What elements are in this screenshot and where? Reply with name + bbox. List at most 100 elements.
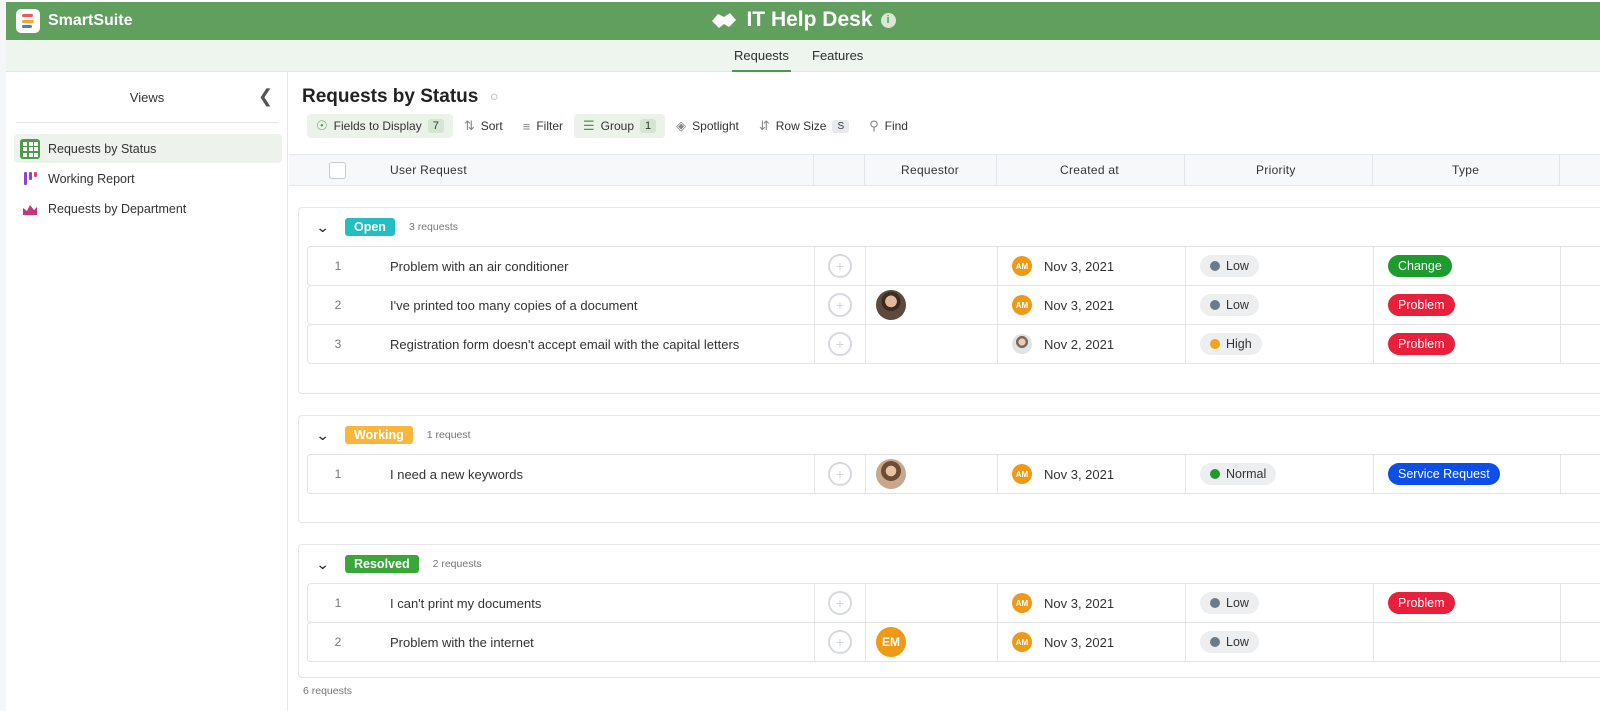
group-count-badge: 1: [640, 119, 657, 133]
column-divider: [1559, 155, 1560, 185]
add-comment-icon[interactable]: +: [828, 630, 852, 654]
cell-divider: [1560, 623, 1561, 661]
user-request-cell[interactable]: I've printed too many copies of a docume…: [390, 286, 637, 324]
row-size-icon: ⇵: [758, 118, 770, 133]
chevron-down-icon[interactable]: ⌄: [316, 427, 333, 444]
group-header: ⌄ Resolved 2 requests: [316, 553, 482, 575]
user-request-cell[interactable]: Problem with the internet: [390, 623, 534, 661]
created-date: Nov 3, 2021: [1044, 466, 1115, 482]
chevron-down-icon[interactable]: ⌄: [316, 219, 333, 236]
type-pill[interactable]: Problem: [1388, 333, 1455, 355]
requestor-avatar[interactable]: [876, 459, 906, 489]
priority-pill[interactable]: Low: [1200, 255, 1259, 277]
shared-users-icon[interactable]: ⚪: [488, 89, 500, 106]
priority-dot: [1210, 261, 1220, 271]
type-pill[interactable]: Service Request: [1388, 463, 1500, 485]
chart-icon: [23, 204, 37, 215]
fields-to-display-button[interactable]: ☉ Fields to Display 7: [307, 114, 453, 138]
collapse-sidebar-icon[interactable]: ❮: [258, 86, 273, 107]
find-button[interactable]: ⚲ Find: [860, 114, 917, 138]
group-resolved: ⌄ Resolved 2 requests 1 I can't print my…: [298, 544, 1600, 678]
table-row[interactable]: 1 I can't print my documents + AM Nov 3,…: [307, 583, 1600, 623]
created-date: Nov 2, 2021: [1044, 336, 1115, 352]
priority-pill[interactable]: Low: [1200, 631, 1259, 653]
cell-divider: [1373, 584, 1374, 622]
type-pill[interactable]: Problem: [1388, 294, 1455, 316]
table-row[interactable]: 2 Problem with the internet + EM AM Nov …: [307, 622, 1600, 662]
cell-divider: [865, 247, 866, 285]
cell-divider: [1560, 286, 1561, 324]
priority-label: Normal: [1226, 467, 1267, 481]
record-count: 6 requests: [303, 685, 353, 697]
filter-label: Filter: [536, 119, 563, 133]
cell-divider: [1185, 325, 1186, 363]
column-header-priority[interactable]: Priority: [1256, 155, 1296, 185]
tab-features[interactable]: Features: [812, 48, 863, 63]
handshake-icon: [712, 13, 737, 28]
type-pill[interactable]: Change: [1388, 255, 1452, 277]
priority-dot: [1210, 637, 1220, 647]
add-comment-icon[interactable]: +: [828, 254, 852, 278]
group-open: ⌄ Open 3 requests 1 Problem with an air …: [298, 207, 1600, 394]
user-request-cell[interactable]: Problem with an air conditioner: [390, 247, 568, 285]
sidebar-item-working-report[interactable]: Working Report: [14, 164, 282, 193]
user-request-cell[interactable]: Registration form doesn't accept email w…: [390, 325, 739, 363]
add-comment-icon[interactable]: +: [828, 293, 852, 317]
sidebar-item-requests-by-status[interactable]: Requests by Status: [14, 134, 282, 163]
add-comment-icon[interactable]: +: [828, 462, 852, 486]
column-header-created-at[interactable]: Created at: [1060, 155, 1119, 185]
row-size-button[interactable]: ⇵ Row Size S: [750, 114, 858, 138]
info-icon[interactable]: i: [880, 12, 896, 28]
requestor-avatar[interactable]: EM: [876, 627, 906, 657]
sidebar-item-label: Working Report: [48, 171, 135, 186]
table-row[interactable]: 1 Problem with an air conditioner + AM N…: [307, 246, 1600, 286]
created-date: Nov 3, 2021: [1044, 297, 1115, 313]
group-button[interactable]: ☰ Group 1: [574, 114, 666, 138]
cell-divider: [865, 455, 866, 493]
cell-divider: [997, 455, 998, 493]
cell-divider: [814, 455, 815, 493]
sort-label: Sort: [480, 119, 503, 133]
column-header-requestor[interactable]: Requestor: [901, 155, 959, 185]
priority-dot: [1210, 339, 1220, 349]
created-at-cell: AM Nov 3, 2021: [1012, 247, 1114, 285]
cell-divider: [1373, 325, 1374, 363]
add-comment-icon[interactable]: +: [828, 332, 852, 356]
priority-pill[interactable]: Normal: [1200, 463, 1277, 485]
tab-bar: Requests Features: [6, 40, 1600, 73]
cell-divider: [1560, 325, 1561, 363]
priority-label: Low: [1226, 635, 1249, 649]
spotlight-button[interactable]: ◈ Spotlight: [667, 114, 748, 138]
user-request-cell[interactable]: I need a new keywords: [390, 455, 523, 493]
priority-pill[interactable]: Low: [1200, 592, 1259, 614]
creator-avatar: AM: [1012, 632, 1032, 652]
tab-requests[interactable]: Requests: [732, 48, 791, 73]
group-icon: ☰: [583, 118, 595, 133]
group-count: 3 requests: [408, 221, 458, 233]
table-row[interactable]: 1 I need a new keywords + AM Nov 3, 2021…: [307, 454, 1600, 494]
created-at-cell: AM Nov 3, 2021: [1012, 455, 1114, 493]
created-at-cell: Nov 2, 2021: [1012, 325, 1114, 363]
sidebar-item-requests-by-department[interactable]: Requests by Department: [14, 194, 282, 223]
table-row[interactable]: 2 I've printed too many copies of a docu…: [307, 285, 1600, 325]
cell-divider: [997, 286, 998, 324]
cell-divider: [1560, 584, 1561, 622]
priority-pill[interactable]: High: [1200, 333, 1262, 355]
column-header-type[interactable]: Type: [1452, 155, 1479, 185]
user-request-cell[interactable]: I can't print my documents: [390, 584, 541, 622]
select-all-checkbox[interactable]: [329, 162, 346, 179]
requestor-avatar[interactable]: [876, 290, 906, 320]
add-comment-icon[interactable]: +: [828, 591, 852, 615]
search-icon: ⚲: [869, 118, 879, 133]
table-row[interactable]: 3 Registration form doesn't accept email…: [307, 324, 1600, 364]
cell-divider: [1185, 247, 1186, 285]
priority-pill[interactable]: Low: [1200, 294, 1259, 316]
created-at-cell: AM Nov 3, 2021: [1012, 584, 1114, 622]
type-pill[interactable]: Problem: [1388, 592, 1455, 614]
group-working: ⌄ Working 1 request 1 I need a new keywo…: [298, 415, 1600, 523]
cell-divider: [1373, 623, 1374, 661]
filter-button[interactable]: ≡ Filter: [514, 114, 572, 138]
column-header-user-request[interactable]: User Request: [390, 155, 467, 185]
sort-button[interactable]: ⇅ Sort: [455, 114, 512, 138]
chevron-down-icon[interactable]: ⌄: [316, 556, 333, 573]
